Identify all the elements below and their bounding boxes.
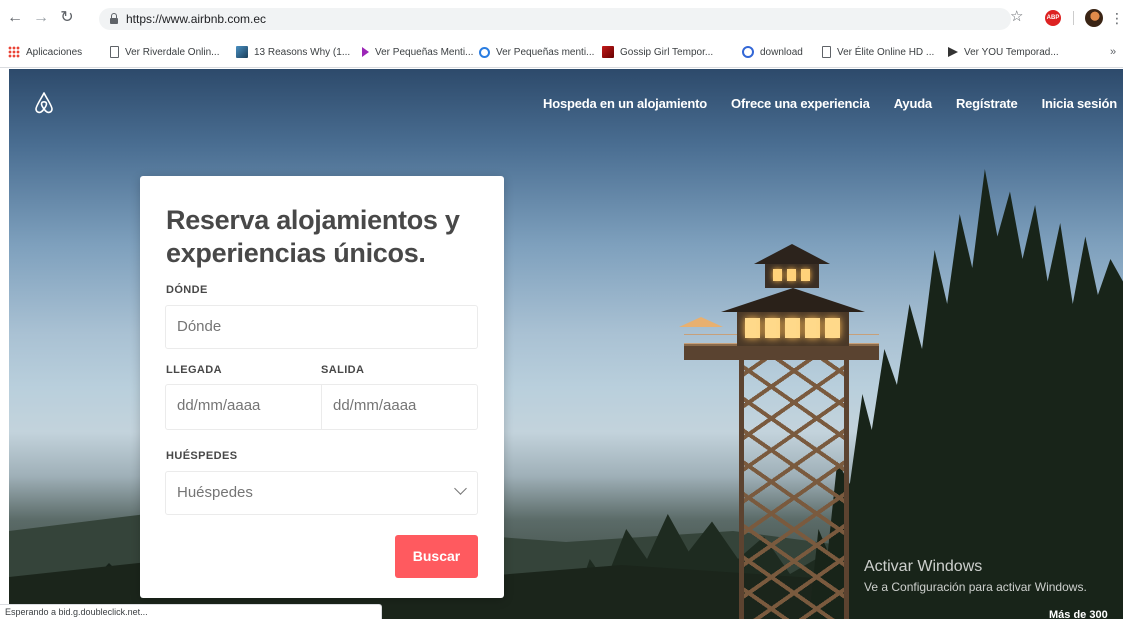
hero-section: Hospeda en un alojamiento Ofrece una exp… [9, 69, 1123, 619]
bookmark-apps[interactable]: Aplicaciones [8, 44, 82, 60]
top-navigation: Hospeda en un alojamiento Ofrece una exp… [543, 96, 1117, 111]
bookmark-label: Aplicaciones [26, 46, 83, 58]
bookmark-label: 13 Reasons Why (1... [254, 46, 351, 58]
checkin-label: LLEGADA [166, 364, 222, 376]
lookout-tower-image [679, 244, 879, 619]
search-button[interactable]: Buscar [395, 535, 478, 578]
profile-avatar[interactable] [1085, 9, 1103, 27]
site-image-icon [236, 46, 248, 58]
bookmark-label: Ver Pequeñas Menti... [375, 46, 474, 58]
browser-toolbar: ← → ↻ https://www.airbnb.com.ec ☆ ABP ⋮ [0, 0, 1123, 36]
purple-play-icon [362, 47, 369, 57]
blue-circle-icon [479, 46, 490, 58]
bookmark-pequenas-2[interactable]: Ver Pequeñas menti... [479, 44, 594, 60]
bookmark-gossip-girl[interactable]: Gossip Girl Tempor... [602, 44, 713, 60]
bookmark-label: download [760, 46, 803, 58]
bookmark-download[interactable]: download [742, 44, 803, 60]
reload-icon[interactable]: ↻ [58, 9, 76, 27]
lock-icon [110, 13, 118, 24]
bookmarks-bar: Aplicaciones Ver Riverdale Onlin... 13 R… [0, 36, 1123, 68]
play-icon [948, 47, 958, 57]
adblock-extension-icon[interactable]: ABP [1045, 10, 1061, 26]
download-site-icon [742, 46, 754, 58]
search-card: Reserva alojamientos y experiencias únic… [140, 176, 504, 598]
guests-select[interactable]: Huéspedes [165, 471, 478, 515]
forward-arrow-icon[interactable]: → [32, 9, 50, 27]
checkout-label: SALIDA [321, 364, 365, 376]
bookmark-label: Gossip Girl Tempor... [620, 46, 714, 58]
checkin-input[interactable]: dd/mm/aaaa [166, 385, 321, 429]
where-input[interactable]: Dónde [165, 305, 478, 349]
nav-help[interactable]: Ayuda [894, 96, 932, 111]
apps-grid-icon [8, 46, 20, 58]
guests-label: HUÉSPEDES [166, 450, 238, 462]
bookmark-13-reasons[interactable]: 13 Reasons Why (1... [236, 44, 350, 60]
bookmark-label: Ver Pequeñas menti... [496, 46, 595, 58]
chevron-down-icon [454, 482, 467, 495]
bookmark-label: Ver Élite Online HD ... [837, 46, 935, 58]
bookmark-star-icon[interactable]: ☆ [1010, 8, 1023, 26]
page-icon [110, 46, 119, 58]
nav-host-home[interactable]: Hospeda en un alojamiento [543, 96, 707, 111]
windows-activation-watermark: Activar Windows Ve a Configuración para … [864, 558, 1087, 594]
airbnb-logo-icon[interactable] [33, 91, 55, 115]
bookmark-elite[interactable]: Ver Élite Online HD ... [822, 44, 934, 60]
status-bar: Esperando a bid.g.doubleclick.net... [0, 604, 382, 619]
watermark-line1: Activar Windows [864, 558, 983, 575]
more-bookmarks-icon[interactable]: » [1110, 46, 1116, 58]
url-text[interactable]: https://www.airbnb.com.ec [126, 12, 266, 26]
bookmark-riverdale[interactable]: Ver Riverdale Onlin... [110, 44, 220, 60]
checkout-input[interactable]: dd/mm/aaaa [322, 385, 477, 429]
toolbar-separator [1073, 11, 1074, 25]
bookmark-you[interactable]: Ver YOU Temporad... [948, 44, 1059, 60]
bookmark-label: Ver YOU Temporad... [964, 46, 1059, 58]
guests-value: Huéspedes [177, 484, 253, 501]
card-title: Reserva alojamientos y experiencias únic… [166, 205, 460, 268]
bookmark-pequenas-1[interactable]: Ver Pequeñas Menti... [362, 44, 473, 60]
where-label: DÓNDE [166, 284, 208, 296]
nav-signup[interactable]: Regístrate [956, 96, 1018, 111]
bookmark-label: Ver Riverdale Onlin... [125, 46, 220, 58]
date-range-picker: dd/mm/aaaa dd/mm/aaaa [165, 384, 478, 430]
menu-kebab-icon[interactable]: ⋮ [1110, 9, 1123, 27]
address-bar[interactable]: https://www.airbnb.com.ec [99, 8, 1011, 30]
page-icon [822, 46, 831, 58]
bottom-text-fragment: Más de 300 [1049, 609, 1108, 619]
nav-host-experience[interactable]: Ofrece una experiencia [731, 96, 870, 111]
back-arrow-icon[interactable]: ← [6, 9, 24, 27]
red-site-icon [602, 46, 614, 58]
watermark-line2: Ve a Configuración para activar Windows. [864, 580, 1087, 594]
nav-login[interactable]: Inicia sesión [1042, 96, 1118, 111]
